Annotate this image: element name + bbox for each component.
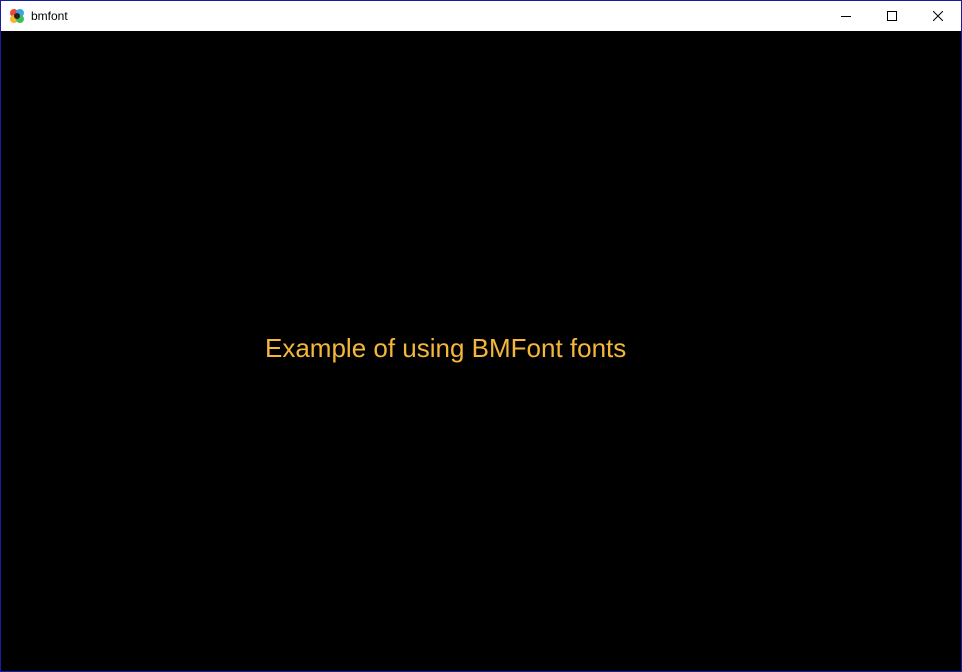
window-controls bbox=[823, 1, 961, 31]
maximize-button[interactable] bbox=[869, 1, 915, 31]
close-button[interactable] bbox=[915, 1, 961, 31]
title-bar[interactable]: bmfont bbox=[1, 1, 961, 31]
render-canvas[interactable]: Example of using BMFont fonts bbox=[1, 31, 961, 671]
app-icon bbox=[9, 8, 25, 24]
maximize-icon bbox=[887, 11, 897, 21]
close-icon bbox=[933, 11, 943, 21]
app-window: bmfont Example of using BMFont fonts bbox=[0, 0, 962, 672]
example-text: Example of using BMFont fonts bbox=[265, 333, 627, 363]
minimize-icon bbox=[841, 16, 851, 17]
window-title: bmfont bbox=[31, 9, 68, 23]
minimize-button[interactable] bbox=[823, 1, 869, 31]
